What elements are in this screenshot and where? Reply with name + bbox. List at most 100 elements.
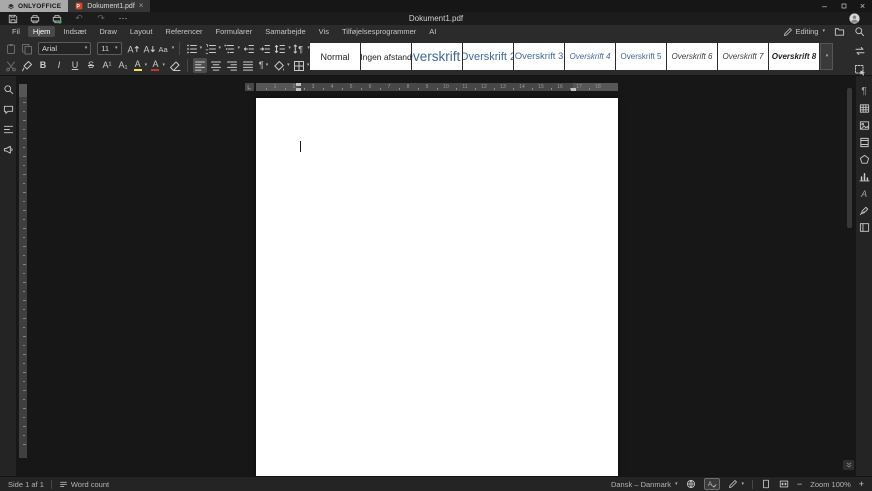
- zoom-in-button[interactable]: +: [859, 479, 864, 489]
- copy-button[interactable]: [20, 41, 34, 56]
- decrease-indent-button[interactable]: [242, 41, 256, 56]
- header-footer-settings-button[interactable]: [858, 136, 871, 149]
- comments-panel-button[interactable]: [2, 103, 15, 116]
- open-file-location-button[interactable]: [834, 26, 845, 37]
- cut-button[interactable]: [4, 58, 18, 73]
- scroll-next-page-button[interactable]: [843, 460, 854, 470]
- menu-tab-samarbejde[interactable]: Samarbejde: [260, 26, 310, 37]
- subscript-button[interactable]: A₁: [116, 58, 130, 73]
- signature-settings-button[interactable]: [858, 204, 871, 217]
- menu-tab-layout[interactable]: Layout: [125, 26, 158, 37]
- headings-panel-button[interactable]: [2, 123, 15, 136]
- document-page[interactable]: [256, 98, 618, 476]
- align-center-button[interactable]: [209, 58, 223, 73]
- search-panel-button[interactable]: [2, 83, 15, 96]
- style-overskrift-4[interactable]: Overskrift 4: [565, 43, 615, 70]
- font-name-combo[interactable]: Arial ▾: [38, 42, 92, 55]
- change-case-button[interactable]: Aa ▾: [158, 41, 175, 56]
- style-overskrift-7[interactable]: Overskrift 7: [718, 43, 768, 70]
- paragraph-spacing-button[interactable]: ¶ ▾: [293, 41, 310, 56]
- copy-style-button[interactable]: [20, 58, 34, 73]
- style-overskrift-8[interactable]: Overskrift 8: [769, 43, 819, 70]
- menu-tab-indsæt[interactable]: Indsæt: [58, 26, 91, 37]
- menu-tab-referencer[interactable]: Referencer: [160, 26, 207, 37]
- font-color-button[interactable]: A ▾: [150, 58, 166, 73]
- paste-button[interactable]: [4, 41, 18, 56]
- decrease-font-size-button[interactable]: A: [142, 41, 156, 56]
- select-all-button[interactable]: [853, 62, 867, 77]
- align-right-button[interactable]: [225, 58, 239, 73]
- align-left-button[interactable]: [192, 58, 207, 73]
- user-avatar[interactable]: [849, 13, 860, 24]
- maximize-button[interactable]: [834, 0, 853, 12]
- borders-button[interactable]: ▾: [292, 58, 310, 73]
- style-overskrift-1[interactable]: Overskrift 1: [412, 43, 462, 70]
- vertical-scrollbar-thumb[interactable]: [847, 88, 852, 228]
- customize-quick-access-button[interactable]: ⋯: [116, 11, 130, 26]
- menu-tab-vis[interactable]: Vis: [314, 26, 334, 37]
- menu-tab-tilføjelsesprogrammer[interactable]: Tilføjelsesprogrammer: [337, 26, 421, 37]
- style-gallery-more-button[interactable]: ▾: [820, 43, 833, 70]
- zoom-level-label[interactable]: Zoom 100%: [810, 480, 850, 489]
- menu-tab-fil[interactable]: Fil: [7, 26, 25, 37]
- menu-tab-draw[interactable]: Draw: [94, 26, 122, 37]
- align-justify-button[interactable]: [241, 58, 255, 73]
- left-indent-marker[interactable]: [296, 88, 301, 91]
- save-button[interactable]: [6, 11, 20, 26]
- set-document-language-button[interactable]: [686, 479, 696, 489]
- ink-annotation-button[interactable]: ▾: [728, 479, 744, 489]
- increase-indent-button[interactable]: [258, 41, 272, 56]
- menu-tab-ai[interactable]: AI: [424, 26, 441, 37]
- vertical-ruler[interactable]: [19, 84, 27, 458]
- clear-style-button[interactable]: [168, 58, 182, 73]
- style-overskrift-2[interactable]: Overskrift 2: [463, 43, 513, 70]
- thumbnails-panel-button[interactable]: [858, 221, 871, 234]
- style-overskrift-5[interactable]: Overskrift 5: [616, 43, 666, 70]
- replace-button[interactable]: [853, 43, 867, 58]
- underline-button[interactable]: U: [68, 58, 82, 73]
- editor-canvas[interactable]: 1 2 3 4 5 6 7 8 9 10 11 12 13 14 15 16 17 18: [16, 76, 856, 476]
- zoom-out-button[interactable]: −: [797, 479, 802, 489]
- search-button[interactable]: [854, 26, 865, 37]
- horizontal-ruler[interactable]: 1 2 3 4 5 6 7 8 9 10 11 12 13 14 15 16 17 18: [256, 83, 618, 91]
- table-settings-button[interactable]: [858, 102, 871, 115]
- paragraph-settings-button[interactable]: ¶: [858, 85, 871, 98]
- spell-check-button[interactable]: A: [703, 478, 720, 490]
- redo-button[interactable]: ↷: [94, 11, 108, 26]
- document-language-button[interactable]: Dansk – Danmark ▾: [611, 480, 678, 489]
- font-size-combo[interactable]: 11 ▾: [97, 42, 122, 55]
- tab-stop-selector[interactable]: [245, 83, 254, 91]
- style-overskrift-3[interactable]: Overskrift 3: [514, 43, 564, 70]
- style-normal[interactable]: Normal: [310, 43, 360, 70]
- print-button[interactable]: [28, 11, 42, 26]
- numbering-button[interactable]: ▾: [204, 41, 221, 56]
- quick-print-button[interactable]: [50, 11, 64, 26]
- image-settings-button[interactable]: [858, 119, 871, 132]
- menu-tab-hjem[interactable]: Hjem: [27, 26, 56, 37]
- editing-mode-button[interactable]: Editing ▾: [783, 27, 825, 37]
- feedback-button[interactable]: [2, 143, 15, 156]
- italic-button[interactable]: I: [52, 58, 66, 73]
- word-count-button[interactable]: Word count: [59, 480, 109, 489]
- chart-settings-button[interactable]: [858, 170, 871, 183]
- undo-button[interactable]: ↶: [72, 11, 86, 26]
- strikeout-button[interactable]: S: [84, 58, 98, 73]
- close-button[interactable]: ×: [853, 0, 872, 12]
- bold-button[interactable]: B: [36, 58, 50, 73]
- bullets-button[interactable]: ▾: [185, 41, 202, 56]
- superscript-button[interactable]: A¹: [100, 58, 114, 73]
- shading-button[interactable]: ▾: [273, 58, 291, 73]
- minimize-button[interactable]: –: [815, 0, 834, 12]
- shape-settings-button[interactable]: [858, 153, 871, 166]
- first-line-indent-marker[interactable]: [296, 83, 301, 86]
- multilevel-list-button[interactable]: ▾: [223, 41, 240, 56]
- line-spacing-button[interactable]: ▾: [274, 41, 291, 56]
- fit-to-page-button[interactable]: [761, 479, 771, 489]
- page-indicator[interactable]: Side 1 af 1: [8, 480, 44, 489]
- nonprinting-characters-button[interactable]: ¶ ▾: [257, 58, 271, 73]
- style-ingen-afstand[interactable]: Ingen afstand: [361, 43, 411, 70]
- close-tab-icon[interactable]: ×: [139, 2, 144, 10]
- menu-tab-formularer[interactable]: Formularer: [211, 26, 258, 37]
- highlight-color-button[interactable]: A ▾: [132, 58, 148, 73]
- increase-font-size-button[interactable]: A: [126, 41, 140, 56]
